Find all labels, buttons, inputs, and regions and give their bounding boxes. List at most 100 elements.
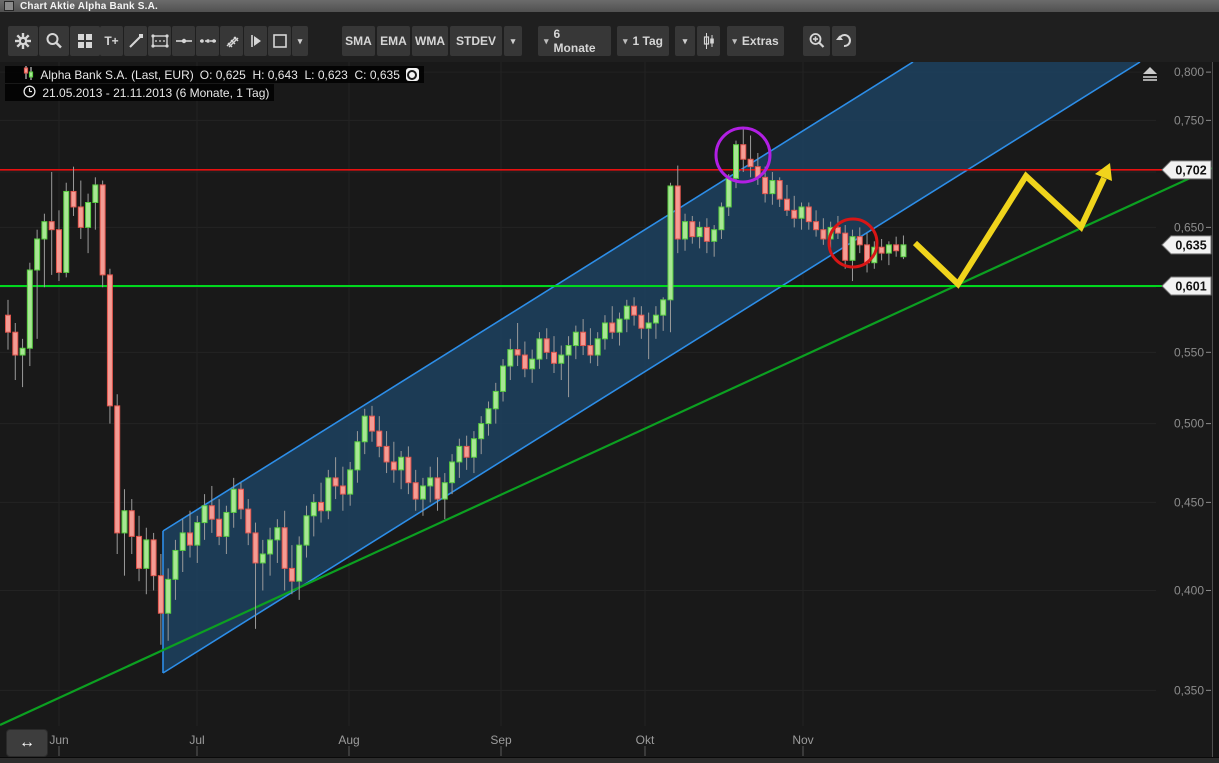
wma-label: WMA bbox=[415, 34, 445, 48]
chart-type-dropdown[interactable]: ▾ bbox=[675, 26, 695, 56]
candle-down bbox=[632, 306, 637, 315]
candle-down bbox=[857, 237, 862, 245]
pane-right-margin bbox=[1213, 62, 1219, 757]
candle-down bbox=[806, 207, 811, 222]
candle-down bbox=[370, 416, 375, 431]
candle-down bbox=[763, 177, 768, 193]
candle-up bbox=[311, 502, 316, 515]
candle-down bbox=[340, 486, 345, 494]
candle-up bbox=[42, 222, 47, 239]
fibonacci-tool-button[interactable] bbox=[148, 26, 171, 56]
candle-down bbox=[391, 462, 396, 470]
text-tool-button[interactable]: T+ bbox=[100, 26, 123, 56]
candle-down bbox=[552, 352, 557, 363]
candle-up bbox=[566, 346, 571, 355]
candle-down bbox=[209, 506, 214, 519]
candle-up bbox=[224, 512, 229, 536]
candle-down bbox=[814, 222, 819, 230]
candle-down bbox=[522, 355, 527, 369]
pencil-icon bbox=[224, 33, 240, 49]
undo-button[interactable] bbox=[832, 26, 856, 56]
candle-down bbox=[639, 315, 644, 328]
candle-down bbox=[675, 186, 680, 239]
sma-indicator-button[interactable]: SMA bbox=[342, 26, 375, 56]
candle-down bbox=[333, 478, 338, 486]
stdev-indicator-button[interactable]: STDEV bbox=[450, 26, 502, 56]
instrument-name: Alpha Bank S.A. (Last, EUR) bbox=[40, 68, 193, 82]
ohlc-readout: O: 0,625 H: 0,643 L: 0,623 C: 0,635 bbox=[200, 68, 400, 82]
interval-dropdown[interactable]: ▾ 1 Tag bbox=[617, 26, 669, 56]
candle-down bbox=[246, 509, 251, 533]
candle-up bbox=[20, 348, 25, 355]
extras-dropdown[interactable]: ▾ Extras bbox=[727, 26, 784, 56]
candle-up bbox=[501, 366, 506, 391]
candle-up bbox=[661, 300, 666, 315]
text-tool-label: T+ bbox=[104, 34, 118, 48]
month-label: Aug bbox=[338, 733, 359, 747]
candle-up bbox=[479, 424, 484, 439]
trendline-tool-button[interactable] bbox=[124, 26, 147, 56]
candle-up bbox=[508, 350, 513, 366]
search-button[interactable] bbox=[39, 26, 69, 56]
horizontal-line-tool-button[interactable] bbox=[172, 26, 195, 56]
candle-down bbox=[894, 245, 899, 251]
indicator-toggle-icon[interactable] bbox=[406, 68, 419, 81]
candle-up bbox=[326, 478, 331, 511]
freehand-tool-button[interactable] bbox=[220, 26, 243, 56]
flag-tool-button[interactable] bbox=[244, 26, 267, 56]
candle-up bbox=[195, 523, 200, 546]
candle-up bbox=[442, 483, 447, 499]
candle-down bbox=[56, 230, 61, 273]
horizontal-line-icon bbox=[175, 33, 193, 49]
candle-up bbox=[355, 442, 360, 470]
indicator-dropdown[interactable]: ▾ bbox=[504, 26, 522, 56]
candle-up bbox=[64, 191, 69, 272]
chart-type-candlestick-button[interactable] bbox=[697, 26, 720, 56]
candle-up bbox=[770, 181, 775, 194]
clock-icon bbox=[10, 71, 36, 115]
candle-down bbox=[741, 145, 746, 160]
candle-up bbox=[901, 245, 906, 257]
bottom-resize-strip[interactable] bbox=[0, 757, 1219, 763]
chevron-down-icon: ▾ bbox=[683, 36, 688, 47]
instrument-legend: Alpha Bank S.A. (Last, EUR) O: 0,625 H: … bbox=[5, 66, 424, 83]
candle-up bbox=[683, 222, 688, 239]
candle-down bbox=[289, 568, 294, 581]
chevron-down-icon: ▾ bbox=[511, 36, 516, 47]
window-title: Chart Aktie Alpha Bank S.A. bbox=[20, 1, 158, 12]
wma-indicator-button[interactable]: WMA bbox=[412, 26, 448, 56]
toolbar: T+ ▾ SMA bbox=[0, 12, 1219, 62]
candle-down bbox=[792, 210, 797, 218]
candle-up bbox=[86, 202, 91, 227]
sma-label: SMA bbox=[345, 34, 372, 48]
candle-down bbox=[129, 511, 134, 537]
candle-up bbox=[35, 239, 40, 270]
month-label: Okt bbox=[636, 733, 655, 747]
zoom-in-button[interactable] bbox=[803, 26, 830, 56]
candle-up bbox=[231, 489, 236, 512]
timeframe-dropdown[interactable]: ▾ 6 Monate bbox=[538, 26, 611, 56]
shape-tools-dropdown[interactable]: ▾ bbox=[292, 26, 308, 56]
ema-indicator-button[interactable]: EMA bbox=[377, 26, 410, 56]
candle-down bbox=[137, 536, 142, 568]
rectangle-tool-button[interactable] bbox=[268, 26, 291, 56]
y-axis-label: 0,500 bbox=[1174, 417, 1204, 431]
candle-up bbox=[457, 446, 462, 462]
candle-down bbox=[581, 332, 586, 345]
layout-grid-button[interactable] bbox=[70, 26, 100, 56]
dotted-line-tool-button[interactable] bbox=[196, 26, 219, 56]
candle-down bbox=[78, 207, 83, 227]
scroll-horizontal-button[interactable]: ↔ bbox=[6, 729, 48, 757]
candlestick-chart[interactable]: JunJulAugSepOktNov0,8000,7500,7000,6500,… bbox=[0, 62, 1219, 763]
dotted-line-icon bbox=[199, 33, 217, 49]
fibonacci-icon bbox=[151, 33, 169, 49]
month-label: Sep bbox=[490, 733, 512, 747]
window-titlebar: Chart Aktie Alpha Bank S.A. bbox=[0, 0, 1219, 12]
month-label: Jun bbox=[49, 733, 68, 747]
timerange-legend: 21.05.2013 - 21.11.2013 (6 Monate, 1 Tag… bbox=[5, 84, 274, 101]
candle-down bbox=[107, 275, 112, 406]
candle-up bbox=[886, 245, 891, 253]
candlestick-icon bbox=[703, 32, 715, 50]
candle-up bbox=[530, 359, 535, 369]
candle-up bbox=[260, 554, 265, 563]
